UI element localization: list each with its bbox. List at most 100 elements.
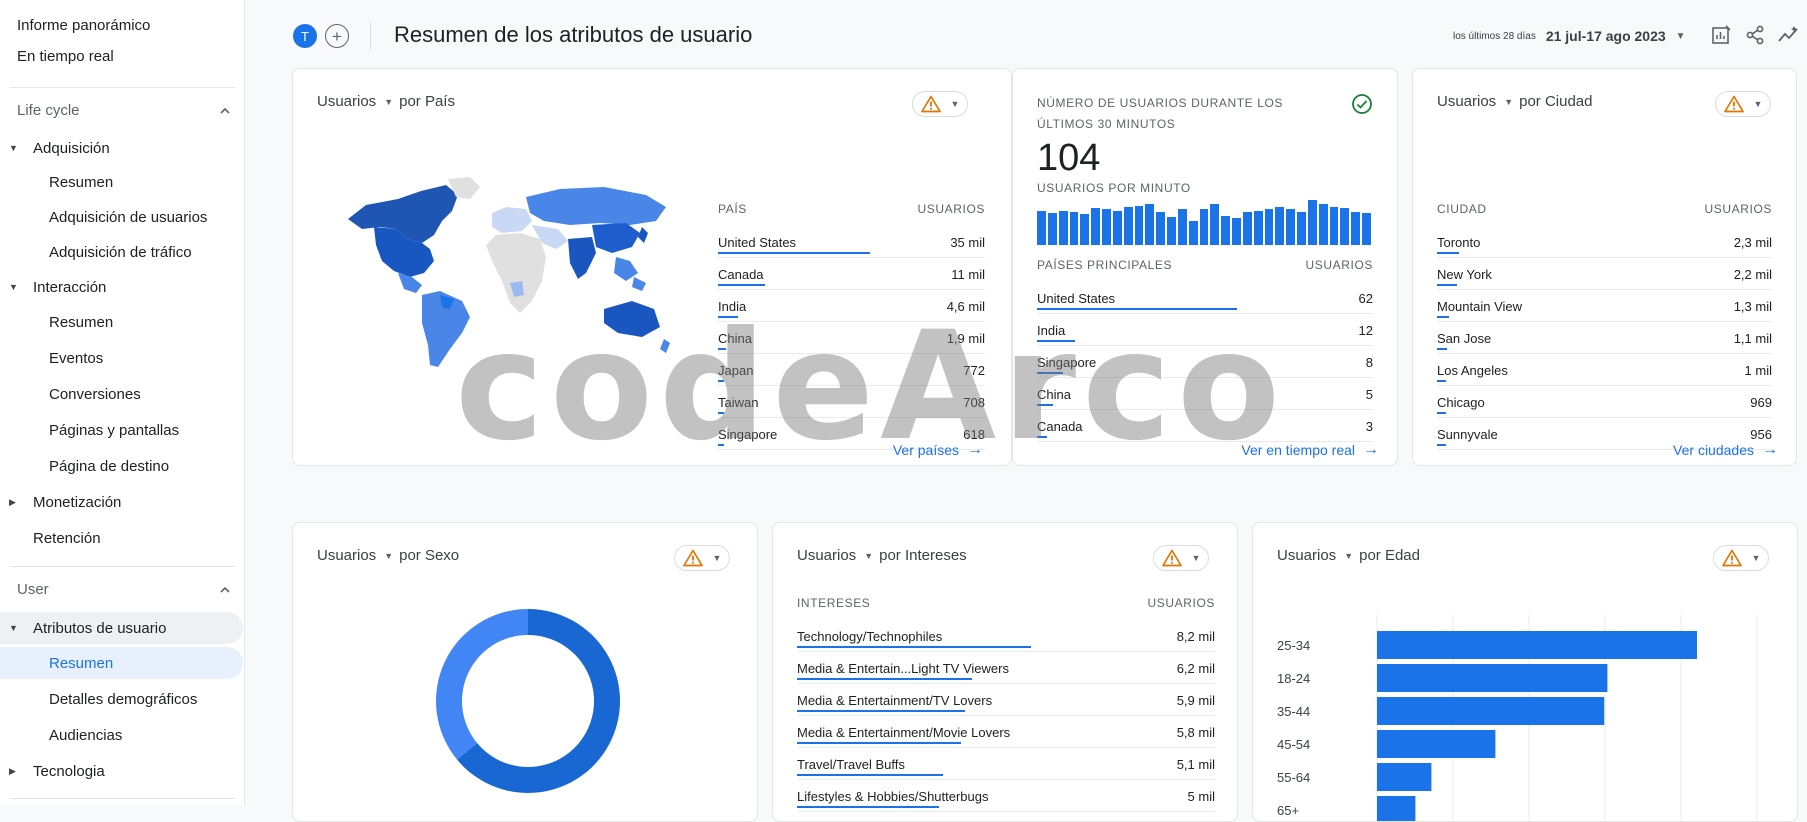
- data-quality-button[interactable]: ▼: [1715, 91, 1771, 117]
- nav-pagina-destino[interactable]: Página de destino: [0, 451, 245, 481]
- donut-slice[interactable]: [436, 609, 528, 760]
- nav-tecnologia[interactable]: ▶ Tecnologia: [0, 756, 245, 786]
- card-title[interactable]: Usuarios ▼ por Ciudad: [1437, 93, 1593, 110]
- nav-divider: [10, 87, 235, 88]
- nav-en-tiempo-real[interactable]: En tiempo real: [0, 41, 245, 71]
- sidebar: Informe panorámico En tiempo real Life c…: [0, 0, 245, 805]
- nav-atributos-resumen[interactable]: Resumen: [0, 647, 243, 679]
- nav-adquisicion-resumen[interactable]: Resumen: [0, 167, 245, 197]
- age-bar[interactable]: [1377, 697, 1605, 725]
- date-range-picker[interactable]: los últimos 28 días 21 jul-17 ago 2023 ▼: [1453, 28, 1686, 44]
- minute-bar: [1329, 207, 1339, 245]
- table-row[interactable]: Singapore 8: [1037, 346, 1373, 378]
- nav-adquisicion-trafico[interactable]: Adquisición de tráfico: [0, 237, 245, 267]
- caret-down-icon: ▼: [712, 553, 722, 563]
- view-cities-link[interactable]: Ver ciudades →: [1673, 441, 1778, 459]
- table-row[interactable]: China 5: [1037, 378, 1373, 410]
- table-row[interactable]: Media & Entertain...Light TV Viewers 6,2 …: [797, 652, 1215, 684]
- table-row[interactable]: Japan 772: [718, 354, 985, 386]
- caret-down-icon: ▼: [950, 99, 960, 109]
- table-row[interactable]: United States 62: [1037, 282, 1373, 314]
- nav-adquisicion-usuarios[interactable]: Adquisición de usuarios: [0, 202, 245, 232]
- metric-selector[interactable]: Usuarios: [1277, 547, 1336, 564]
- customize-report-icon[interactable]: [1710, 24, 1732, 46]
- per-minute-label: USUARIOS POR MINUTO: [1037, 181, 1191, 195]
- age-bar[interactable]: [1377, 796, 1416, 822]
- nav-detalles-demograficos[interactable]: Detalles demográficos: [0, 684, 245, 714]
- data-quality-button[interactable]: ▼: [1153, 545, 1209, 571]
- age-bar[interactable]: [1377, 763, 1432, 791]
- nav-conversiones[interactable]: Conversiones: [0, 379, 245, 409]
- table-row[interactable]: Chicago 969: [1437, 386, 1772, 418]
- table-row[interactable]: New York 2,2 mil: [1437, 258, 1772, 290]
- age-bar[interactable]: [1377, 664, 1608, 692]
- add-comparison-button[interactable]: +: [325, 24, 349, 48]
- card-title[interactable]: Usuarios ▼ por Intereses: [797, 547, 967, 564]
- nav-interaccion-resumen[interactable]: Resumen: [0, 307, 245, 337]
- view-realtime-link[interactable]: Ver en tiempo real →: [1241, 441, 1379, 459]
- table-row[interactable]: Technology/Technophiles 8,2 mil: [797, 620, 1215, 652]
- table-row[interactable]: Lifestyles & Hobbies/Shutterbugs 5 mil: [797, 780, 1215, 812]
- table-header: PAÍSES PRINCIPALES USUARIOS: [1037, 258, 1373, 272]
- table-row[interactable]: India 4,6 mil: [718, 290, 985, 322]
- metric-selector[interactable]: Usuarios: [797, 547, 856, 564]
- row-value: 8: [1365, 355, 1373, 370]
- nav-eventos[interactable]: Eventos: [0, 343, 245, 373]
- age-card: Usuarios ▼ por Edad ▼ 25-34 18-24 35-44 45-5…: [1252, 522, 1798, 822]
- section-life-cycle[interactable]: Life cycle: [17, 102, 232, 119]
- nav-atributos-usuario[interactable]: ▼ Atributos de usuario: [0, 612, 243, 644]
- minute-bar: [1123, 207, 1133, 245]
- country-card: Usuarios ▼ por País ▼ PAÍS USUARIOS Unite…: [292, 68, 1012, 466]
- table-row[interactable]: United States 35 mil: [718, 226, 985, 258]
- age-bar[interactable]: [1377, 631, 1697, 659]
- nav-audiencias[interactable]: Audiencias: [0, 720, 245, 750]
- nav-adquisicion[interactable]: ▼ Adquisición: [0, 133, 245, 163]
- table-row[interactable]: Taiwan 708: [718, 386, 985, 418]
- card-title[interactable]: Usuarios ▼ por País: [317, 93, 455, 110]
- metric-selector[interactable]: Usuarios: [317, 93, 376, 110]
- table-row[interactable]: Canada 3: [1037, 410, 1373, 442]
- nav-monetizacion[interactable]: ▶ Monetización: [0, 487, 245, 517]
- row-name: Sunnyvale: [1437, 427, 1498, 442]
- per-minute-chart[interactable]: [1037, 199, 1373, 245]
- age-bar[interactable]: [1377, 730, 1496, 758]
- nav-paginas-pantallas[interactable]: Páginas y pantallas: [0, 415, 245, 445]
- age-tick-label: 55-64: [1277, 770, 1310, 785]
- sex-donut-chart[interactable]: [433, 606, 623, 796]
- table-row[interactable]: Media & Entertainment/TV Lovers 5,9 mil: [797, 684, 1215, 716]
- metric-selector[interactable]: Usuarios: [1437, 93, 1496, 110]
- minute-bar: [1340, 208, 1350, 245]
- table-row[interactable]: Toronto 2,3 mil: [1437, 226, 1772, 258]
- row-value: 772: [963, 363, 985, 378]
- data-quality-button[interactable]: ▼: [912, 91, 968, 117]
- section-label: User: [17, 581, 49, 598]
- table-row[interactable]: San Jose 1,1 mil: [1437, 322, 1772, 354]
- table-row[interactable]: Media & Entertainment/Movie Lovers 5,8 mi…: [797, 716, 1215, 748]
- table-row[interactable]: China 1,9 mil: [718, 322, 985, 354]
- share-icon[interactable]: [1744, 24, 1766, 46]
- card-title[interactable]: Usuarios ▼ por Sexo: [317, 547, 459, 564]
- table-row[interactable]: Los Angeles 1 mil: [1437, 354, 1772, 386]
- world-map[interactable]: [346, 177, 686, 372]
- row-value: 12: [1358, 323, 1373, 338]
- table-row[interactable]: Mountain View 1,3 mil: [1437, 290, 1772, 322]
- table-row[interactable]: Canada 11 mil: [718, 258, 985, 290]
- nav-interaccion[interactable]: ▼ Interacción: [0, 272, 245, 302]
- age-bar-chart[interactable]: 25-34 18-24 35-44 45-54 55-64 65+: [1253, 593, 1798, 822]
- view-countries-link[interactable]: Ver países →: [893, 441, 983, 459]
- section-user[interactable]: User: [17, 581, 232, 598]
- table-row[interactable]: India 12: [1037, 314, 1373, 346]
- card-title[interactable]: Usuarios ▼ por Edad: [1277, 547, 1420, 564]
- arrow-right-icon: →: [1762, 441, 1778, 458]
- warning-icon: [920, 95, 941, 113]
- nav-informe-panoramico[interactable]: Informe panorámico: [0, 10, 245, 40]
- nav-retencion[interactable]: Retención: [0, 523, 245, 553]
- table-row[interactable]: Travel/Travel Buffs 5,1 mil: [797, 748, 1215, 780]
- data-quality-button[interactable]: ▼: [674, 545, 730, 571]
- section-label: Life cycle: [17, 102, 80, 119]
- comparison-avatar[interactable]: T: [293, 24, 317, 48]
- minute-bar: [1199, 209, 1209, 245]
- insights-icon[interactable]: [1777, 24, 1799, 46]
- metric-selector[interactable]: Usuarios: [317, 547, 376, 564]
- data-quality-button[interactable]: ▼: [1713, 545, 1769, 571]
